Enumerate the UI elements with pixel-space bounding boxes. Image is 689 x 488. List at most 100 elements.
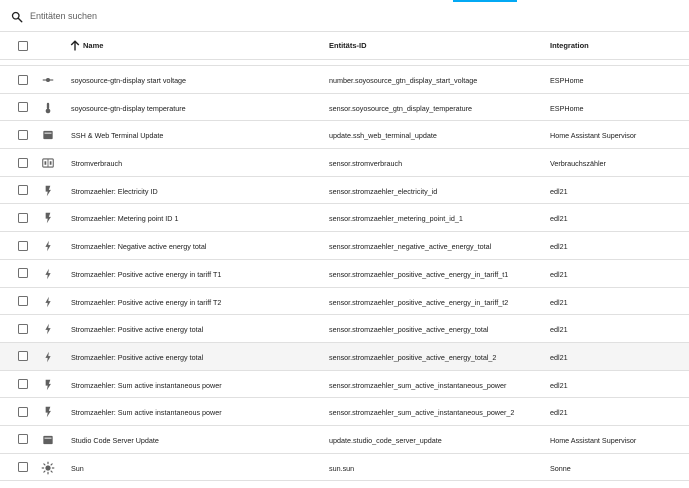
entity-id: sensor.stromzaehler_electricity_id xyxy=(329,186,438,196)
flash-icon xyxy=(41,350,55,364)
entity-id: update.studio_code_server_update xyxy=(329,435,442,445)
entity-name: Stromzaehler: Sum active instantaneous p… xyxy=(71,380,222,390)
table-row[interactable]: soyosource-gtn-display start voltage numb… xyxy=(0,66,689,94)
column-header-entity-id[interactable]: Entitäts-ID xyxy=(329,41,367,50)
entity-integration: edl21 xyxy=(550,352,568,362)
row-checkbox[interactable] xyxy=(18,462,28,473)
entity-integration: ESPHome xyxy=(550,76,584,85)
row-checkbox[interactable] xyxy=(18,296,28,306)
entity-name: Stromzaehler: Electricity ID xyxy=(71,186,158,196)
entity-name: Stromzaehler: Metering point ID 1 xyxy=(71,214,179,224)
entity-name: Stromzaehler: Sum active instantaneous p… xyxy=(71,408,222,418)
table-row[interactable]: SSH & Web Terminal Update update.ssh_web_… xyxy=(0,121,689,150)
entity-name: Stromzaehler: Positive active energy in … xyxy=(71,297,222,307)
select-all-checkbox[interactable] xyxy=(18,41,28,51)
row-checkbox[interactable] xyxy=(18,268,28,279)
entity-name: Stromzaehler: Positive active energy tot… xyxy=(71,352,204,362)
entity-name: Stromverbrauch xyxy=(71,159,123,169)
entity-integration: edl21 xyxy=(550,325,568,335)
lightning-bolt-icon xyxy=(41,405,55,419)
row-checkbox[interactable] xyxy=(18,185,28,196)
search-icon xyxy=(11,10,23,23)
slider-icon xyxy=(41,73,55,87)
flash-icon xyxy=(41,239,55,253)
entity-name: SSH & Web Terminal Update xyxy=(71,131,164,141)
table-row[interactable]: Stromverbrauch sensor.stromverbrauch Verbr… xyxy=(0,149,689,177)
table-row[interactable]: Stromzaehler: Positive active energy in … xyxy=(0,260,689,288)
sort-ascending-icon[interactable] xyxy=(70,40,80,51)
entity-id: sensor.stromzaehler_positive_active_ener… xyxy=(329,269,509,279)
entity-integration: edl21 xyxy=(550,242,568,252)
entity-integration: ESPHome xyxy=(550,103,584,113)
entity-id: sensor.stromzaehler_positive_active_ener… xyxy=(329,352,497,362)
row-checkbox[interactable] xyxy=(18,74,28,85)
table-row[interactable]: Stromzaehler: Metering point ID 1 sensor.… xyxy=(0,204,689,233)
entity-integration: Home Assistant Supervisor xyxy=(550,435,637,445)
entity-integration: edl21 xyxy=(550,269,568,279)
table-row[interactable]: Stromzaehler: Positive active energy tot… xyxy=(0,315,689,343)
entity-id: sensor.stromzaehler_positive_active_ener… xyxy=(329,325,489,335)
entity-name: Studio Code Server Update xyxy=(71,435,159,445)
entity-integration: Home Assistant Supervisor xyxy=(550,131,637,141)
entity-name: soyosource-gtn-display temperature xyxy=(71,103,186,113)
entity-integration: edl21 xyxy=(550,186,568,196)
entity-table-body: soyosource-gtn-display start voltage numb… xyxy=(0,66,689,482)
row-checkbox[interactable] xyxy=(18,129,28,140)
entity-id: sensor.stromzaehler_sum_active_instantan… xyxy=(329,380,507,390)
search-input[interactable] xyxy=(30,8,430,24)
entity-name: Stromzaehler: Positive active energy tot… xyxy=(71,325,204,335)
entity-id: sensor.soyosource_gtn_display_temperatur… xyxy=(329,103,473,113)
row-checkbox[interactable] xyxy=(18,102,28,113)
row-checkbox[interactable] xyxy=(18,240,28,251)
row-checkbox[interactable] xyxy=(18,157,28,168)
entity-id: sensor.stromzaehler_sum_active_instantan… xyxy=(329,408,515,418)
flash-icon xyxy=(41,295,55,309)
entity-integration: edl21 xyxy=(550,297,568,307)
table-row[interactable]: soyosource-gtn-display temperature sensor… xyxy=(0,94,689,122)
table-row[interactable]: Stromzaehler: Sum active instantaneous p… xyxy=(0,398,689,426)
row-checkbox[interactable] xyxy=(18,379,28,390)
entity-integration: Sonne xyxy=(550,463,571,473)
lightning-bolt-icon xyxy=(41,211,55,225)
row-checkbox[interactable] xyxy=(18,434,28,445)
package-up-icon xyxy=(41,433,55,447)
lightning-bolt-icon xyxy=(41,184,55,198)
table-header: Name Entitäts-ID Integration xyxy=(0,32,689,60)
package-up-icon xyxy=(41,128,55,142)
entity-integration: edl21 xyxy=(550,408,568,418)
table-row[interactable]: Sun sun.sun Sonne xyxy=(0,454,689,482)
table-row[interactable]: Stromzaehler: Electricity ID sensor.strom… xyxy=(0,177,689,205)
entity-id: sensor.stromzaehler_positive_active_ener… xyxy=(329,297,509,307)
thermometer-icon xyxy=(41,101,55,115)
entity-name: soyosource-gtn-display start voltage xyxy=(71,76,187,85)
table-row[interactable]: Stromzaehler: Sum active instantaneous p… xyxy=(0,371,689,399)
row-checkbox[interactable] xyxy=(18,406,28,417)
meter-icon xyxy=(41,156,55,170)
entity-integration: edl21 xyxy=(550,214,568,224)
lightning-bolt-icon xyxy=(41,378,55,392)
table-row[interactable]: Stromzaehler: Negative active energy tot… xyxy=(0,232,689,260)
table-row[interactable]: Stromzaehler: Positive active energy tot… xyxy=(0,342,689,371)
entity-id: number.soyosource_gtn_display_start_volt… xyxy=(329,76,478,85)
row-checkbox[interactable] xyxy=(18,212,28,223)
entity-name: Stromzaehler: Positive active energy in … xyxy=(71,269,222,279)
entity-id: update.ssh_web_terminal_update xyxy=(329,131,437,141)
table-row[interactable]: Stromzaehler: Positive active energy in … xyxy=(0,288,689,316)
entity-name: Sun xyxy=(71,463,84,473)
entity-integration: edl21 xyxy=(550,380,568,390)
row-checkbox[interactable] xyxy=(18,323,28,334)
column-header-integration[interactable]: Integration xyxy=(550,41,589,50)
table-row[interactable]: Studio Code Server Update update.studio_c… xyxy=(0,426,689,454)
entity-id: sun.sun xyxy=(329,463,355,473)
entity-name: Stromzaehler: Negative active energy tot… xyxy=(71,242,207,252)
row-checkbox[interactable] xyxy=(18,351,28,362)
column-header-name[interactable]: Name xyxy=(83,41,103,50)
flash-icon xyxy=(41,322,55,336)
search-bar xyxy=(0,0,689,32)
entity-id: sensor.stromzaehler_metering_point_id_1 xyxy=(329,214,463,224)
entity-id: sensor.stromzaehler_negative_active_ener… xyxy=(329,242,492,252)
sun-icon xyxy=(41,461,55,475)
entity-id: sensor.stromverbrauch xyxy=(329,159,403,169)
entity-integration: Verbrauchszähler xyxy=(550,159,606,169)
flash-icon xyxy=(41,267,55,281)
